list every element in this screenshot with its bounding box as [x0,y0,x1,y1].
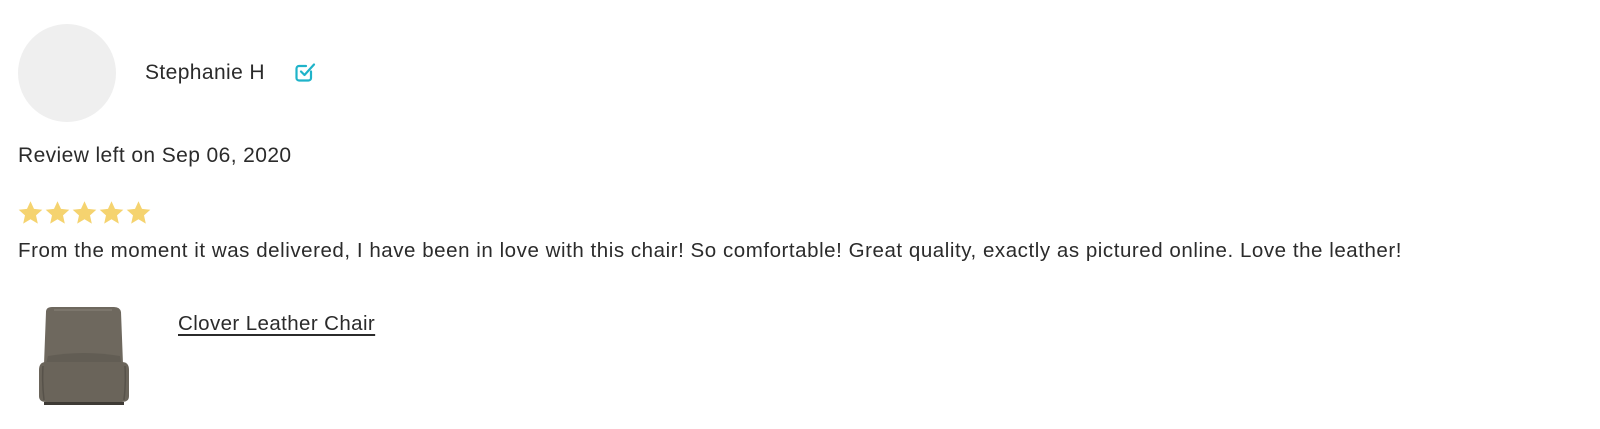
review-date: Review left on Sep 06, 2020 [18,144,292,167]
star-icon [18,201,43,224]
product-thumbnail[interactable] [34,304,134,408]
verified-check-icon [295,63,316,82]
star-icon [45,201,70,224]
product-link[interactable]: Clover Leather Chair [178,311,375,337]
star-icon [99,201,124,224]
review-card: Stephanie H Review left on Sep 06, 2020 … [0,0,1600,429]
star-rating [17,199,152,229]
review-text: From the moment it was delivered, I have… [18,239,1403,262]
avatar [18,24,116,122]
star-icon [72,201,97,224]
star-icon [126,201,151,224]
reviewer-name: Stephanie H [145,61,265,84]
